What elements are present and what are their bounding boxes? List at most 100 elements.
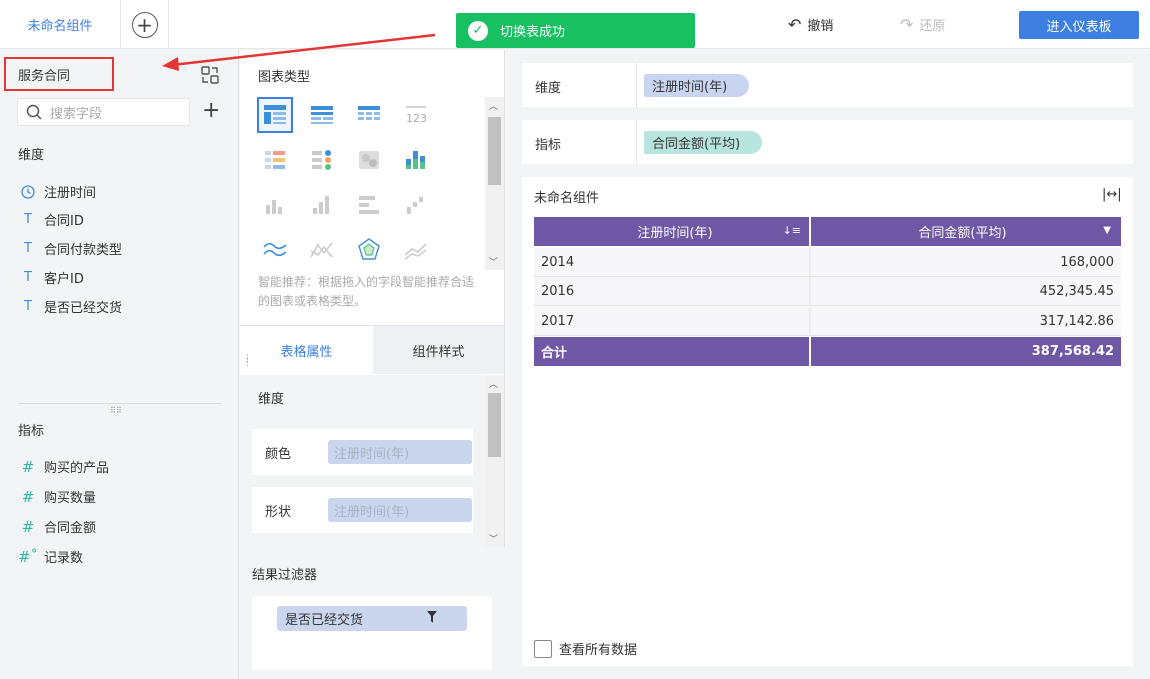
- tab-label: 未命名组件: [27, 19, 93, 34]
- add-field-icon[interactable]: +: [202, 100, 220, 122]
- fit-width-icon[interactable]: |↔|: [1102, 187, 1122, 202]
- scroll-thumb[interactable]: [488, 393, 501, 457]
- field-panel: 服务合同 搜索字段 + 维度 注册时间 T 合同ID T 合同付款类型 T 客户…: [0, 50, 239, 679]
- chart-type-stacked-bar-icon[interactable]: [398, 142, 434, 178]
- field-measure[interactable]: # 购买数量: [20, 487, 97, 507]
- header-label: 合同金额(平均): [918, 226, 1007, 241]
- sort-icon[interactable]: ↓≡: [783, 224, 801, 237]
- property-dimension-title: 维度: [258, 392, 285, 407]
- field-label: 客户ID: [44, 272, 84, 287]
- table-cell: 168,000: [811, 248, 1121, 276]
- field-measure[interactable]: # 购买的产品: [20, 457, 109, 477]
- total-value-cell: 387,568.42: [1031, 344, 1114, 359]
- tab-label: 表格属性: [280, 344, 333, 360]
- search-field-input[interactable]: 搜索字段: [17, 98, 190, 126]
- dropdown-triangle-icon[interactable]: ▼: [1103, 225, 1111, 236]
- dimension-section-title: 维度: [18, 148, 45, 163]
- clock-icon: [20, 184, 36, 199]
- chart-type-scrollbar[interactable]: ︿ ﹀: [485, 97, 504, 270]
- success-toast: ✓ 切换表成功: [456, 13, 695, 48]
- field-label: 是否已经交货: [44, 301, 123, 316]
- chart-type-heatmap-icon[interactable]: [351, 142, 387, 178]
- chart-type-polyline-icon[interactable]: [304, 232, 340, 268]
- redo-label: 还原: [919, 19, 946, 34]
- field-label: 注册时间: [44, 186, 97, 201]
- measure-shelf-label: 指标: [535, 138, 562, 153]
- text-type-icon: T: [24, 270, 32, 285]
- field-dimension[interactable]: T 客户ID: [20, 268, 84, 287]
- field-label: 合同ID: [44, 214, 84, 229]
- chart-type-line-icon[interactable]: [257, 232, 293, 268]
- chart-type-waterfall-icon[interactable]: [398, 187, 434, 223]
- view-all-data-toggle[interactable]: 查看所有数据: [534, 639, 637, 658]
- resize-grip-icon[interactable]: ⠿⠿: [110, 406, 122, 415]
- property-scrollbar[interactable]: ︿ ﹀: [485, 375, 504, 547]
- chart-type-kpi-number-icon[interactable]: 123: [398, 97, 434, 133]
- measure-section-title: 指标: [18, 424, 45, 439]
- component-title: 未命名组件: [534, 191, 600, 206]
- datasource-label: 服务合同: [18, 68, 71, 84]
- table-total-row: 合计 387,568.42: [534, 337, 1121, 366]
- scroll-up-icon[interactable]: ︿: [489, 99, 498, 112]
- scroll-thumb[interactable]: [488, 117, 501, 185]
- search-placeholder: 搜索字段: [50, 106, 103, 122]
- property-tabs: 表格属性 组件样式: [240, 325, 504, 374]
- color-label: 颜色: [265, 446, 292, 462]
- tab-untitled-component[interactable]: 未命名组件: [0, 0, 121, 49]
- chart-type-dot-table-icon[interactable]: [304, 142, 340, 178]
- field-label: 合同金额: [44, 521, 97, 536]
- chart-type-color-table-icon[interactable]: [257, 142, 293, 178]
- chart-type-horizontal-bar-icon[interactable]: [351, 187, 387, 223]
- filter-funnel-icon[interactable]: [427, 611, 437, 623]
- record-count-icon: #˚: [17, 547, 39, 566]
- field-label: 购买数量: [44, 491, 97, 506]
- header-cell-year[interactable]: 注册时间(年) ↓≡: [534, 217, 811, 246]
- datasource-name[interactable]: 服务合同: [4, 57, 114, 91]
- redo-button[interactable]: ↷ 还原: [900, 15, 945, 34]
- dimension-field-pill[interactable]: 注册时间(年): [644, 74, 750, 97]
- header-cell-amount[interactable]: 合同金额(平均) ▼: [811, 217, 1121, 246]
- shape-property-row: 形状 注册时间(年): [252, 487, 473, 533]
- chart-type-bar-icon[interactable]: [257, 187, 293, 223]
- field-dimension[interactable]: T 是否已经交货: [20, 297, 122, 316]
- resize-grip-icon[interactable]: ⋮⋮: [243, 355, 252, 368]
- shape-field-pill[interactable]: 注册时间(年): [328, 498, 472, 522]
- enter-dashboard-button[interactable]: 进入仪表板: [1019, 11, 1139, 39]
- result-filter-title: 结果过滤器: [252, 568, 318, 583]
- filter-field-pill[interactable]: 是否已经交货: [277, 606, 467, 631]
- number-type-icon: #: [21, 487, 35, 506]
- table-row: 2017 317,142.86: [534, 307, 1121, 336]
- text-type-icon: T: [24, 241, 32, 256]
- undo-icon: ↶: [788, 15, 802, 34]
- view-all-checkbox[interactable]: [534, 639, 552, 658]
- field-measure[interactable]: #˚ 记录数: [17, 547, 83, 567]
- smart-recommend-text: 智能推荐：根据拖入的字段智能推荐合适的图表或表格类型。: [258, 275, 475, 308]
- field-dimension[interactable]: T 合同付款类型: [20, 239, 122, 258]
- table-cell: 317,142.86: [811, 307, 1121, 335]
- chart-type-column-icon[interactable]: [304, 187, 340, 223]
- header-label: 注册时间(年): [637, 226, 713, 241]
- field-dimension[interactable]: T 合同ID: [20, 210, 84, 229]
- chart-type-detail-table-icon[interactable]: [351, 97, 387, 133]
- view-all-label: 查看所有数据: [559, 643, 638, 658]
- chart-type-grouped-table-icon[interactable]: [304, 97, 340, 133]
- table-cell: 452,345.45: [811, 277, 1121, 305]
- panel-divider: [18, 403, 221, 404]
- check-circle-icon: ✓: [468, 20, 488, 41]
- chart-type-area-icon[interactable]: [398, 232, 434, 268]
- tab-component-style[interactable]: 组件样式: [373, 326, 504, 374]
- scroll-down-icon[interactable]: ﹀: [489, 532, 498, 545]
- scroll-down-icon[interactable]: ﹀: [489, 255, 498, 268]
- dimension-shelf-label: 维度: [535, 81, 562, 96]
- tab-table-properties[interactable]: 表格属性: [240, 326, 373, 374]
- text-type-icon: T: [24, 299, 32, 314]
- tab-label: 组件样式: [412, 344, 465, 360]
- field-dimension[interactable]: 注册时间: [20, 182, 96, 201]
- undo-button[interactable]: ↶ 撤销: [788, 15, 833, 34]
- color-field-pill[interactable]: 注册时间(年): [328, 440, 472, 464]
- chart-type-radar-icon[interactable]: [351, 232, 387, 268]
- measure-field-pill[interactable]: 合同金额(平均): [644, 131, 763, 154]
- scroll-up-icon[interactable]: ︿: [489, 377, 498, 390]
- field-measure[interactable]: # 合同金额: [20, 517, 97, 537]
- chart-type-table-icon[interactable]: [257, 97, 293, 133]
